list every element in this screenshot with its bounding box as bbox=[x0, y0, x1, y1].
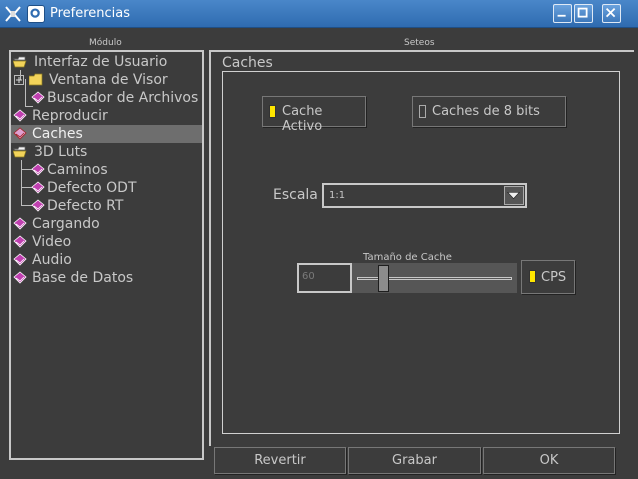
book-icon bbox=[31, 163, 45, 176]
cache-active-toggle[interactable]: Cache Activo bbox=[262, 96, 366, 134]
tree-item-video[interactable]: Video bbox=[11, 233, 202, 251]
cps-indicator bbox=[529, 270, 536, 283]
tree-item-buscador[interactable]: Buscador de Archivos bbox=[11, 89, 202, 107]
close-button[interactable] bbox=[602, 4, 621, 23]
scale-dropdown[interactable]: 1:1 bbox=[322, 183, 527, 208]
ok-button[interactable]: OK bbox=[483, 447, 615, 474]
expand-icon[interactable] bbox=[14, 75, 24, 85]
caches-group-title: Caches bbox=[222, 55, 273, 71]
close-icon bbox=[605, 7, 616, 18]
cache-active-label: Cache Activo bbox=[282, 104, 323, 134]
window-title: Preferencias bbox=[50, 6, 131, 21]
cps-toggle[interactable]: CPS bbox=[521, 260, 575, 294]
tree-item-caminos[interactable]: Caminos bbox=[11, 161, 202, 179]
minimize-icon bbox=[557, 14, 566, 17]
tree-item-caches[interactable]: Caches bbox=[11, 125, 202, 143]
dropdown-arrow-button[interactable] bbox=[504, 186, 524, 205]
module-column-header: Módulo bbox=[89, 38, 122, 48]
book-icon bbox=[31, 181, 45, 194]
book-icon bbox=[13, 271, 27, 284]
minimize-button[interactable] bbox=[553, 4, 572, 23]
save-button[interactable]: Grabar bbox=[348, 447, 481, 474]
caches-8bit-label: Caches de 8 bits bbox=[432, 104, 540, 119]
book-icon bbox=[13, 253, 27, 266]
folder-icon bbox=[29, 73, 43, 86]
preferences-icon bbox=[27, 5, 45, 23]
settings-column-header: Seteos bbox=[404, 38, 435, 48]
maximize-button[interactable] bbox=[574, 4, 593, 23]
revert-button[interactable]: Revertir bbox=[214, 447, 346, 474]
open-folder-icon bbox=[13, 56, 27, 68]
cache-size-label: Tamaño de Cache bbox=[363, 252, 452, 263]
tree-item-audio[interactable]: Audio bbox=[11, 251, 202, 269]
cache-size-input[interactable]: 60 bbox=[297, 263, 352, 293]
slider-handle[interactable] bbox=[378, 265, 389, 292]
tree-item-cargando[interactable]: Cargando bbox=[11, 215, 202, 233]
cache-active-indicator bbox=[269, 105, 276, 118]
book-icon bbox=[13, 127, 27, 140]
book-icon bbox=[13, 235, 27, 248]
scale-label: Escala bbox=[273, 187, 318, 203]
cps-label: CPS bbox=[541, 270, 567, 285]
book-icon bbox=[31, 91, 45, 104]
tree-item-reproducir[interactable]: Reproducir bbox=[11, 107, 202, 125]
caches-8bit-toggle[interactable]: Caches de 8 bits bbox=[412, 96, 566, 127]
chevron-down-icon bbox=[507, 192, 521, 200]
title-bar: Preferencias bbox=[0, 0, 638, 28]
module-tree[interactable]: Interfaz de Usuario Ventana de Visor Bus… bbox=[9, 50, 204, 460]
maximize-icon bbox=[577, 7, 588, 18]
tree-item-defecto-rt[interactable]: Defecto RT bbox=[11, 197, 202, 215]
cache-size-slider[interactable] bbox=[352, 263, 517, 293]
tree-item-3d-luts[interactable]: 3D Luts bbox=[11, 143, 202, 161]
app-logo-icon[interactable] bbox=[4, 5, 22, 23]
tree-item-interfaz[interactable]: Interfaz de Usuario bbox=[11, 53, 202, 71]
book-icon bbox=[13, 109, 27, 122]
scale-value: 1:1 bbox=[329, 190, 346, 201]
tree-item-defecto-odt[interactable]: Defecto ODT bbox=[11, 179, 202, 197]
book-icon bbox=[13, 217, 27, 230]
open-folder-icon bbox=[13, 146, 27, 158]
book-icon bbox=[31, 199, 45, 212]
caches-8bit-indicator bbox=[419, 105, 426, 118]
cache-size-value: 60 bbox=[302, 271, 315, 282]
tree-item-base-datos[interactable]: Base de Datos bbox=[11, 269, 202, 287]
tree-item-ventana-visor[interactable]: Ventana de Visor bbox=[11, 71, 202, 89]
